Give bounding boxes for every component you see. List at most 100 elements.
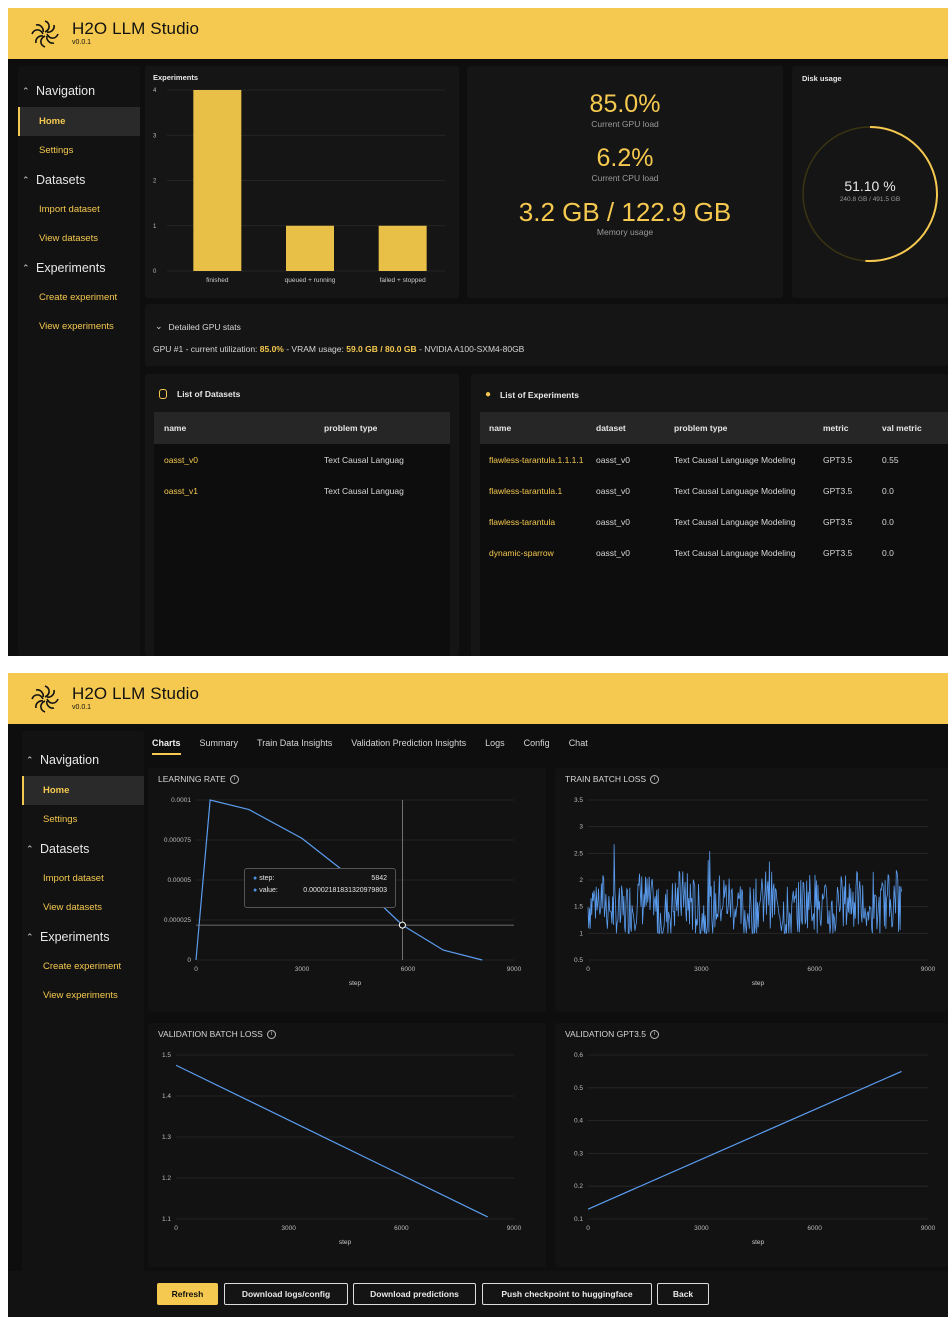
tooltip-value-value: 0.00002181831320979803 bbox=[303, 887, 387, 894]
column-header[interactable]: metric bbox=[823, 423, 882, 433]
nav-section-datasets[interactable]: ⌃ Datasets bbox=[22, 169, 140, 191]
x-tick-label: 6000 bbox=[401, 966, 416, 973]
sidebar-item-import-dataset[interactable]: Import dataset bbox=[22, 864, 144, 893]
tooltip-step-value: 5842 bbox=[371, 875, 387, 882]
info-icon[interactable]: i bbox=[649, 1029, 659, 1039]
table-row[interactable]: oasst_v0 Text Causal Languag bbox=[154, 444, 450, 475]
chevron-up-icon: ⌃ bbox=[26, 755, 34, 765]
experiments-bar-chart: 0 1 2 3 4 finished queued + running failed + st… bbox=[153, 88, 445, 284]
sidebar-item-create-experiment[interactable]: Create experiment bbox=[22, 952, 144, 981]
table-row[interactable]: flawless-tarantula.1 oasst_v0 Text Causal … bbox=[480, 475, 948, 506]
tooltip-step-label: step: bbox=[259, 875, 275, 882]
cell: Text Causal Language Modeling bbox=[674, 454, 796, 465]
column-header[interactable]: val metric bbox=[882, 423, 922, 433]
column-header[interactable]: name bbox=[480, 423, 596, 433]
sidebar-item-home[interactable]: Home bbox=[22, 776, 144, 805]
table-header: name dataset problem type metric val met… bbox=[480, 412, 948, 444]
train-batch-loss-chart: TRAIN BATCH LOSS i 0.5 1 1.5 2 2.5 3 3.5 0 3000 60… bbox=[555, 768, 948, 1012]
tab-validation-prediction-insights[interactable]: Validation Prediction Insights bbox=[351, 738, 466, 755]
tab-chat[interactable]: Chat bbox=[569, 738, 588, 755]
cell: 0.55 bbox=[882, 454, 899, 465]
validation-gpt35-plot[interactable]: 0.1 0.2 0.3 0.4 0.5 0.6 0 3000 6000 9000 step bbox=[555, 1023, 948, 1267]
system-load-card: 85.0% Current GPU load 6.2% Current CPU … bbox=[467, 66, 783, 298]
experiment-name-link[interactable]: flawless-tarantula.1 bbox=[480, 486, 596, 496]
x-tick-label: 3000 bbox=[694, 1225, 709, 1232]
train-batch-loss-plot[interactable]: 0.5 1 1.5 2 2.5 3 3.5 0 3000 6000 9000 step bbox=[555, 768, 948, 1012]
table-row[interactable]: flawless-tarantula oasst_v0 Text Causal La… bbox=[480, 506, 948, 537]
column-header[interactable]: dataset bbox=[596, 423, 674, 433]
info-icon[interactable]: i bbox=[229, 774, 239, 784]
info-icon[interactable]: i bbox=[266, 1029, 276, 1039]
cpu-load-label: Current CPU load bbox=[591, 173, 659, 183]
hover-point bbox=[398, 921, 406, 929]
datasets-list-title: List of Datasets bbox=[177, 389, 241, 399]
y-tick-label: 0.5 bbox=[574, 1085, 583, 1092]
dataset-name-link[interactable]: oasst_v1 bbox=[154, 486, 324, 496]
cell: Text Causal Language Modeling bbox=[674, 516, 796, 527]
x-tick-label: 0 bbox=[586, 1225, 590, 1232]
nav-section-datasets[interactable]: ⌃ Datasets bbox=[26, 838, 144, 860]
table-row[interactable]: oasst_v1 Text Causal Languag bbox=[154, 475, 450, 506]
info-icon[interactable]: i bbox=[650, 774, 660, 784]
experiment-name-link[interactable]: flawless-tarantula bbox=[480, 517, 596, 527]
push-checkpoint-button[interactable]: Push checkpoint to huggingface bbox=[482, 1283, 652, 1305]
gpu-load-value: 85.0% bbox=[589, 90, 661, 118]
validation-batch-loss-plot[interactable]: 1.1 1.2 1.3 1.4 1.5 0 3000 6000 9000 step bbox=[148, 1023, 546, 1267]
nav-section-experiments[interactable]: ⌃ Experiments bbox=[22, 257, 140, 279]
nav-section-experiments[interactable]: ⌃ Experiments bbox=[26, 926, 144, 948]
back-button[interactable]: Back bbox=[657, 1283, 709, 1305]
tab-summary[interactable]: Summary bbox=[200, 738, 239, 755]
tab-logs[interactable]: Logs bbox=[485, 738, 505, 755]
column-header[interactable]: name bbox=[154, 423, 324, 433]
table-row[interactable]: flawless-tarantula.1.1.1.1 oasst_v0 Text C… bbox=[480, 444, 948, 475]
experiment-name-link[interactable]: flawless-tarantula.1.1.1.1 bbox=[480, 455, 596, 465]
y-tick-label: 4 bbox=[153, 88, 157, 94]
sidebar-item-view-datasets[interactable]: View datasets bbox=[18, 224, 140, 253]
sidebar-item-settings[interactable]: Settings bbox=[18, 136, 140, 165]
sidebar-item-view-experiments[interactable]: View experiments bbox=[18, 312, 140, 341]
tab-bar: Charts Summary Train Data Insights Valid… bbox=[152, 738, 607, 755]
series-line bbox=[175, 1064, 488, 1218]
sidebar-item-import-dataset[interactable]: Import dataset bbox=[18, 195, 140, 224]
experiment-name-link[interactable]: dynamic-sparrow bbox=[480, 548, 596, 558]
column-header[interactable]: problem type bbox=[674, 423, 823, 433]
y-tick-label: 0.6 bbox=[574, 1052, 583, 1059]
nav-section-navigation[interactable]: ⌃ Navigation bbox=[22, 80, 140, 102]
y-tick-label: 1.5 bbox=[162, 1052, 171, 1059]
x-tick-label: 9000 bbox=[507, 966, 522, 973]
gpu-stats-prefix: GPU #1 - current utilization: bbox=[153, 344, 260, 354]
refresh-button[interactable]: Refresh bbox=[157, 1283, 218, 1305]
app-version: v0.0.1 bbox=[72, 39, 92, 46]
sidebar-item-settings[interactable]: Settings bbox=[22, 805, 144, 834]
chart-title: LEARNING RATE bbox=[158, 774, 226, 784]
tab-charts[interactable]: Charts bbox=[152, 738, 181, 755]
column-header[interactable]: problem type bbox=[324, 423, 377, 433]
download-logs-config-button[interactable]: Download logs/config bbox=[224, 1283, 348, 1305]
disk-percent: 51.10 % bbox=[844, 178, 896, 194]
sidebar-item-home[interactable]: Home bbox=[18, 107, 140, 136]
download-predictions-button[interactable]: Download predictions bbox=[353, 1283, 476, 1305]
y-tick-label: 0.0001 bbox=[171, 797, 191, 804]
action-bar: Refresh Download logs/config Download pr… bbox=[8, 1271, 948, 1317]
logo-icon bbox=[31, 19, 59, 48]
table-header: name problem type bbox=[154, 412, 450, 444]
disk-arc bbox=[865, 126, 938, 262]
table-row[interactable]: dynamic-sparrow oasst_v0 Text Causal Langu… bbox=[480, 537, 948, 568]
experiments-list-card: ● List of Experiments name dataset probl… bbox=[471, 374, 948, 656]
gpu-load-label: Current GPU load bbox=[591, 119, 659, 129]
gpu-stats-toggle[interactable]: ⌄ Detailed GPU stats bbox=[155, 321, 241, 332]
sidebar-item-create-experiment[interactable]: Create experiment bbox=[18, 283, 140, 312]
nav-section-navigation[interactable]: ⌃ Navigation bbox=[26, 749, 144, 771]
dataset-name-link[interactable]: oasst_v0 bbox=[154, 455, 324, 465]
datasets-list-card: List of Datasets name problem type oasst… bbox=[145, 374, 459, 656]
sidebar-item-view-experiments[interactable]: View experiments bbox=[22, 981, 144, 1010]
tab-config[interactable]: Config bbox=[524, 738, 550, 755]
tab-train-data-insights[interactable]: Train Data Insights bbox=[257, 738, 332, 755]
chart-title: VALIDATION BATCH LOSS bbox=[158, 1029, 263, 1039]
nav-section-label: Experiments bbox=[36, 261, 106, 275]
y-tick-label: 1.1 bbox=[162, 1216, 171, 1223]
sidebar-item-view-datasets[interactable]: View datasets bbox=[22, 893, 144, 922]
y-tick-label: 0.000075 bbox=[164, 837, 191, 844]
y-tick-label: 1.3 bbox=[162, 1134, 171, 1141]
x-tick-label: 3000 bbox=[694, 966, 709, 973]
